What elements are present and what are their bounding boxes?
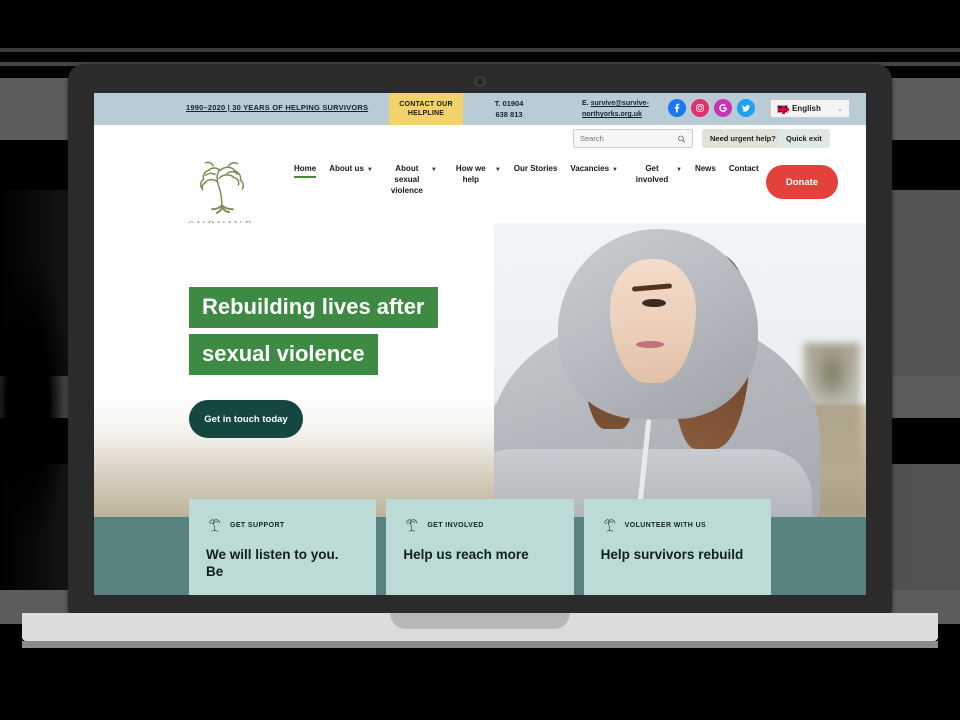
nav-item-home[interactable]: Home [294,163,317,178]
chevron-down-icon: ⌄ [837,105,843,113]
card-volunteer-with-us[interactable]: VOLUNTEER WITH US Help survivors rebuild [583,499,771,595]
nav-item-about-us[interactable]: About us ▼ [329,163,373,176]
site-topbar: 1990–2020 | 30 YEARS OF HELPING SURVIVOR… [94,93,866,133]
email-prefix: E. [582,100,589,107]
facebook-icon[interactable] [668,99,686,117]
nav-item-vacancies[interactable]: Vacancies ▼ [570,163,618,176]
nav-label: Get involved [635,164,669,184]
nav-item-contact[interactable]: Contact [729,163,759,174]
card-header: VOLUNTEER WITH US [601,516,754,534]
hero-image [446,223,866,517]
laptop-lid: 1990–2020 | 30 YEARS OF HELPING SURVIVOR… [68,64,892,613]
search-box[interactable] [573,129,693,148]
card-title: Help survivors rebuild [600,547,744,562]
laptop-base-notch [390,613,570,629]
card-header: GET SUPPORT [206,516,359,534]
social-links [668,99,755,117]
chevron-down-icon: ▼ [612,167,618,173]
nav-menu: Home About us ▼ About sexual violence ▼ … [294,163,759,196]
card-eyebrow: GET INVOLVED [427,521,484,529]
card-eyebrow: VOLUNTEER WITH US [624,521,707,529]
card-get-support[interactable]: GET SUPPORT We will listen to you. Be [189,499,377,595]
chevron-down-icon: ▼ [676,167,682,173]
cards-section: GET SUPPORT We will listen to you. Be GE… [94,499,866,595]
nav-item-our-stories[interactable]: Our Stories [514,163,558,174]
phone-line-2: 638 813 [495,110,523,119]
get-in-touch-button[interactable]: Get in touch today [189,400,303,438]
language-selector[interactable]: English ⌄ [770,99,850,118]
twitter-icon[interactable] [737,99,755,117]
card-title: Help us reach more [403,547,529,562]
nav-item-get-involved[interactable]: Get involved ▼ [631,163,682,185]
site-logo[interactable]: SURVIVE [182,157,260,233]
search-input[interactable] [580,134,677,143]
email-address[interactable]: E. survive@survive- northyorks.org.uk [582,98,656,120]
search-icon[interactable] [677,134,686,144]
utility-row: Need urgent help? Quick exit [94,125,866,153]
nav-label: Vacancies [570,164,610,173]
tree-icon [406,519,418,532]
instagram-icon[interactable] [691,99,709,117]
need-urgent-help-button[interactable]: Need urgent help? [702,129,784,148]
nav-item-about-sexual-violence[interactable]: About sexual violence ▼ [386,163,437,196]
email-line-2[interactable]: northyorks.org.uk [582,111,642,118]
nav-label: About us [329,164,364,173]
browser-viewport: 1990–2020 | 30 YEARS OF HELPING SURVIVOR… [94,93,866,595]
headline-line-1: Rebuilding lives after [189,287,438,328]
nav-label: How we help [455,164,486,184]
hero-text-panel: Rebuilding lives after sexual violence G… [94,223,494,517]
laptop-base-shadow [22,641,938,648]
card-eyebrow: GET SUPPORT [230,521,285,529]
hero-section: Rebuilding lives after sexual violence G… [94,223,866,517]
tree-logo-icon [199,161,245,215]
webcam-icon [474,76,486,87]
main-navigation: SURVIVE Home About us ▼ About sexual vio… [94,153,866,232]
card-title: We will listen to you. Be [206,547,339,579]
phone-line-1: T. 01904 [494,99,524,108]
quick-exit-button[interactable]: Quick exit [778,129,830,148]
nav-item-news[interactable]: News [695,163,716,174]
phone-number: T. 01904 638 813 [474,98,544,120]
chevron-down-icon: ▼ [430,167,437,173]
uk-flag-icon [777,104,789,114]
card-get-involved[interactable]: GET INVOLVED Help us reach more [386,499,574,595]
cards-row: GET SUPPORT We will listen to you. Be GE… [94,499,866,595]
laptop-mockup: 1990–2020 | 30 YEARS OF HELPING SURVIVOR… [0,0,960,720]
headline-line-2: sexual violence [189,334,378,375]
nav-label: About sexual violence [390,164,423,195]
email-line-1[interactable]: survive@survive- [591,100,649,107]
donate-button[interactable]: Donate [766,165,838,199]
tree-icon [209,519,221,532]
language-label: English [792,104,821,113]
google-icon[interactable] [714,99,732,117]
contact-helpline-banner[interactable]: CONTACT OUR HELPLINE [389,93,463,133]
card-header: GET INVOLVED [403,516,556,534]
tree-icon [604,519,615,532]
chevron-down-icon: ▼ [494,167,501,173]
anniversary-tagline[interactable]: 1990–2020 | 30 YEARS OF HELPING SURVIVOR… [186,103,368,112]
hero-headline: Rebuilding lives after sexual violence [189,287,438,381]
chevron-down-icon: ▼ [366,167,373,173]
nav-item-how-we-help[interactable]: How we help ▼ [450,163,501,185]
